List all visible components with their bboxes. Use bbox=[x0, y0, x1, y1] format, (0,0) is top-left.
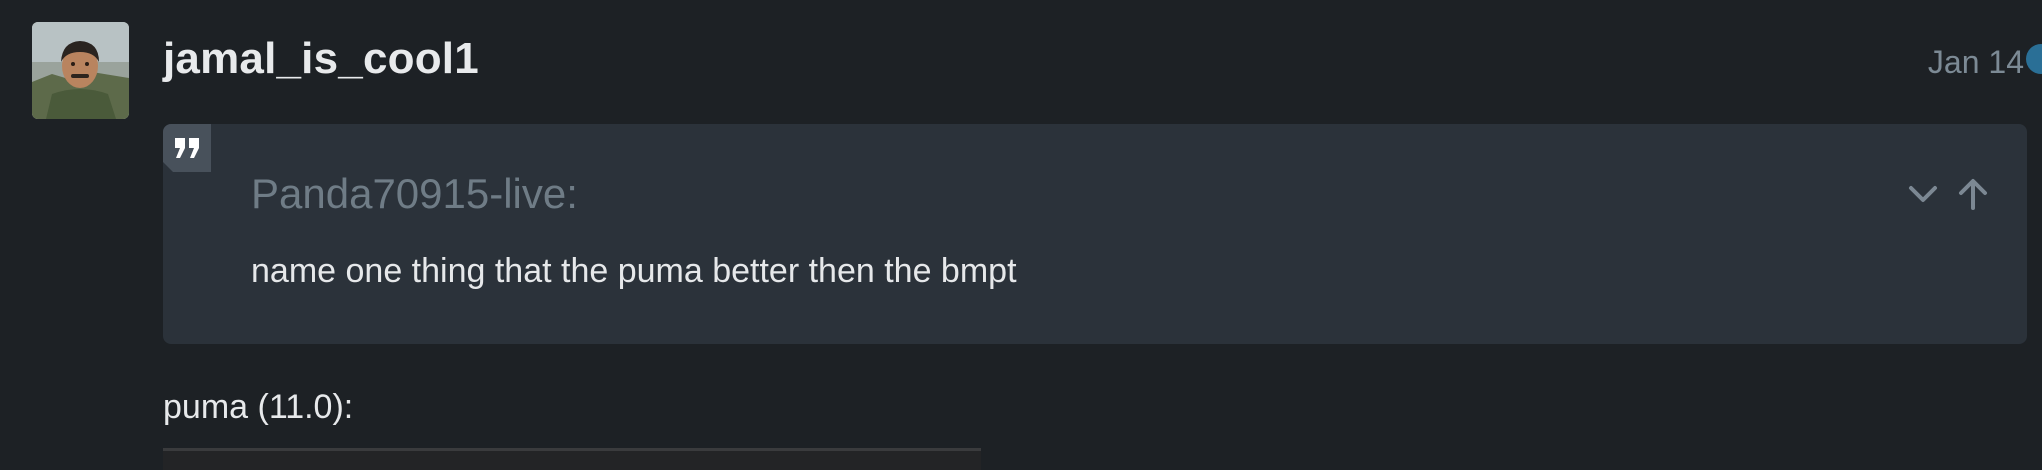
chevron-down-icon[interactable] bbox=[1905, 176, 1941, 212]
post-body-text: puma (11.0): bbox=[163, 388, 354, 426]
quote-marks-icon bbox=[163, 124, 211, 172]
user-avatar[interactable] bbox=[32, 22, 129, 119]
post-username[interactable]: jamal_is_cool1 bbox=[163, 34, 479, 84]
arrow-up-icon[interactable] bbox=[1955, 176, 1991, 212]
embedded-image-preview[interactable] bbox=[163, 448, 981, 470]
quote-author[interactable]: Panda70915-live: bbox=[251, 170, 578, 218]
quote-controls bbox=[1905, 176, 1991, 212]
unread-indicator-icon bbox=[2026, 44, 2042, 74]
quote-block: Panda70915-live: name one thing that the… bbox=[163, 124, 2027, 344]
forum-post: jamal_is_cool1 Jan 14 Panda70915-live: n… bbox=[0, 0, 2042, 470]
post-date[interactable]: Jan 14 bbox=[1928, 44, 2024, 81]
quote-text: name one thing that the puma better then… bbox=[251, 252, 1017, 290]
avatar-photo-icon bbox=[32, 22, 129, 119]
